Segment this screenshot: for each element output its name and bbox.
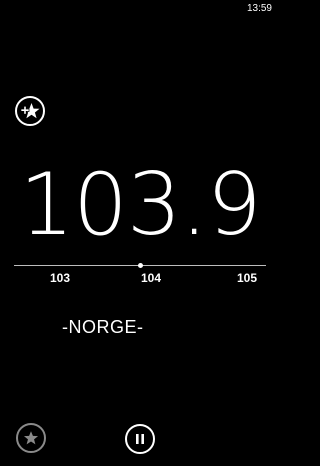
status-time: 13:59	[246, 3, 272, 14]
add-favorite-button[interactable]	[15, 96, 45, 126]
station-name: -NORGE-	[62, 317, 144, 337]
dial-tick-103: 103	[50, 271, 71, 285]
dial-tick-105: 105	[237, 271, 258, 285]
dial-tick-104: 104	[141, 271, 162, 285]
frequency-display: 103.9	[19, 155, 261, 255]
star-icon	[23, 431, 39, 445]
tuning-indicator[interactable]	[138, 263, 143, 268]
favorites-button[interactable]	[16, 423, 46, 453]
pause-button[interactable]	[125, 424, 155, 454]
star-plus-icon	[20, 103, 40, 119]
pause-icon	[136, 434, 144, 444]
